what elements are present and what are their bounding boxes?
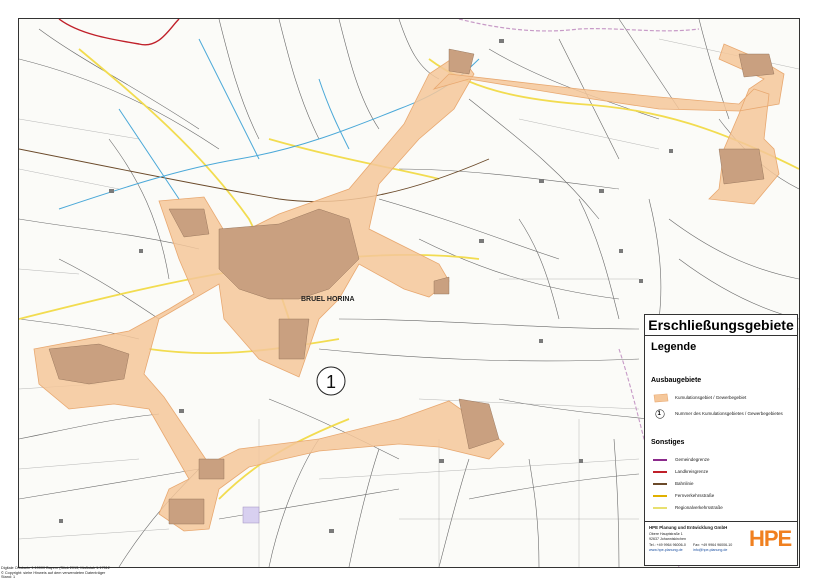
legend-item-label: Gemeindegrenze: [675, 457, 710, 462]
company-footer: HPE Planung und Entwicklung GmbH Obere H…: [645, 521, 797, 566]
company-web-link[interactable]: www.hpe-planung.de: [649, 548, 683, 552]
credit-line-3: Stand: 1: [1, 575, 16, 580]
railway-line: [19, 148, 490, 203]
company-fax: Fax: +49 9964 96006-10: [693, 543, 733, 547]
legend-item-landkreisgrenze: Landkreisgrenze: [653, 467, 793, 477]
section-sonstiges: Sonstiges: [651, 439, 685, 446]
legend-item-fernverkehrsstrasse: Fernverkehrsstraße: [653, 491, 793, 501]
zone-number: 1: [326, 372, 336, 392]
legend-item-gemeindegrenze: Gemeindegrenze: [653, 455, 793, 465]
hpe-logo: HPE: [749, 526, 792, 551]
line-swatch-icon: [653, 507, 667, 509]
town-label: BRUEL HORINA: [301, 296, 355, 303]
legend-item-number: 1 Nummer des Kumulationsgebietes / Gewer…: [653, 409, 793, 419]
legend-item-label: Bahnlinie: [675, 481, 694, 486]
number-symbol: 1: [657, 411, 661, 417]
zone-swatch-icon: [653, 393, 669, 403]
credit-line-2: © Copyright: siehe Hinweis auf dem verwe…: [1, 570, 106, 575]
company-tel: Tel.: +49 9964 96006-0: [649, 543, 686, 547]
legend-item-label: Nummer des Kumulationsgebietes / Gewerbe…: [675, 411, 783, 416]
legend-item-label: Kumulationsgebiet / Gewerbegebiet: [675, 395, 747, 400]
municipal-border: [458, 19, 700, 32]
legend-heading: Legende: [651, 341, 697, 353]
credit-line-1: Digitale Ortskarte 1:10000 Bayern (Stick…: [1, 566, 110, 570]
zone-number-marker[interactable]: 1: [316, 366, 346, 396]
legend-item-regionalverkehrsstrasse: Regionalverkehrsstraße: [653, 503, 793, 513]
legend-item-label: Landkreisgrenze: [675, 469, 709, 474]
legend-title: Erschließungsgebiete: [645, 315, 797, 336]
legend-item-zone: Kumulationsgebiet / Gewerbegebiet: [653, 393, 793, 403]
company-address-1: Obere Hauptstraße 1: [649, 532, 683, 536]
section-ausbaugebiete: Ausbaugebiete: [651, 377, 702, 384]
line-swatch-icon: [653, 471, 667, 473]
company-address-2: 92637 Johanniskirchen: [649, 537, 686, 541]
line-swatch-icon: [653, 483, 667, 485]
company-mail-link[interactable]: info@hpe-planung.de: [693, 548, 727, 552]
number-circle-icon: [655, 409, 665, 419]
lilac-area: [242, 506, 260, 524]
legend-item-bahnlinie: Bahnlinie: [653, 479, 793, 489]
scattered-buildings: [59, 39, 673, 533]
county-border: [58, 19, 180, 46]
company-name: HPE Planung und Entwicklung GmbH: [649, 525, 728, 530]
line-swatch-icon: [653, 459, 667, 461]
legend-item-label: Fernverkehrsstraße: [675, 493, 715, 498]
legend-item-label: Regionalverkehrsstraße: [675, 505, 723, 510]
legend-panel: Erschließungsgebiete Legende Ausbaugebie…: [644, 314, 798, 566]
line-swatch-icon: [653, 495, 667, 497]
